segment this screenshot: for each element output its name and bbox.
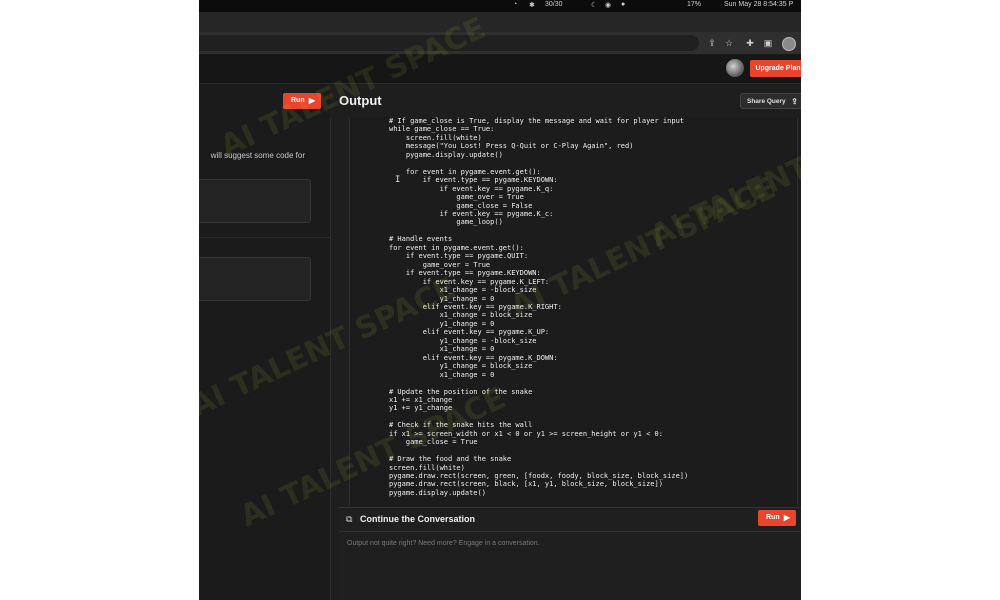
- query-run-button[interactable]: Run ▶: [283, 93, 321, 109]
- wifi-icon[interactable]: ◔: [513, 1, 517, 8]
- play-icon: ▶: [308, 96, 315, 105]
- bookmark-star-icon[interactable]: ☆: [723, 37, 735, 49]
- share-icon: ⇪: [791, 97, 798, 106]
- upgrade-plan-button[interactable]: Upgrade Plan: [750, 60, 801, 77]
- status-counter[interactable]: 30/30: [545, 1, 563, 8]
- sidebar-toggle-icon[interactable]: ▣: [762, 37, 774, 49]
- browser-profile-icon[interactable]: [782, 37, 796, 51]
- hint-text: will suggest some code for: [210, 151, 305, 160]
- chat-icon: ⧉: [346, 514, 353, 524]
- output-header: [330, 84, 801, 118]
- app-header: [199, 55, 801, 84]
- bluetooth-icon[interactable]: ✱: [529, 1, 535, 9]
- sound-icon[interactable]: ◉: [605, 1, 611, 9]
- share-query-button[interactable]: Share Query ⇪: [740, 93, 801, 109]
- query-panel: Run ▶ will suggest some code for: [199, 84, 331, 600]
- browser-tab-strip: [199, 12, 801, 32]
- share-query-label: Share Query: [747, 98, 786, 105]
- secondary-input[interactable]: [199, 257, 311, 301]
- url-field[interactable]: [199, 35, 699, 51]
- screen: ◔ ✱ 30/30 ☾ ◉ ● 17% Sun May 28 8:54:35 P…: [199, 0, 801, 600]
- conversation-input[interactable]: Output not quite right? Need more? Engag…: [347, 540, 540, 547]
- control-icon[interactable]: ●: [621, 1, 625, 8]
- battery-percent: 17%: [687, 1, 702, 8]
- conversation-title: Continue the Conversation: [360, 514, 476, 524]
- play-icon: ▶: [783, 513, 790, 522]
- conversation-run-button[interactable]: Run ▶: [758, 510, 796, 526]
- code-output: # If game_close is True, display the mes…: [389, 117, 689, 497]
- extensions-icon[interactable]: ✚: [744, 37, 756, 49]
- share-page-icon[interactable]: ⇪: [706, 37, 718, 49]
- divider: [339, 531, 801, 532]
- user-avatar[interactable]: [726, 59, 744, 77]
- moon-icon[interactable]: ☾: [591, 1, 597, 9]
- text-cursor-icon: I: [395, 175, 401, 185]
- mac-menu-bar: ◔ ✱ 30/30 ☾ ◉ ● 17% Sun May 28 8:54:35 P: [199, 0, 801, 12]
- run-label: Run: [766, 514, 780, 521]
- output-title: Output: [339, 93, 382, 108]
- browser-address-bar: ⇪ ☆ ✚ ▣: [199, 32, 801, 55]
- run-label: Run: [291, 97, 305, 104]
- divider: [199, 237, 330, 238]
- prompt-input[interactable]: [199, 179, 311, 223]
- clock[interactable]: Sun May 28 8:54:35 P: [724, 1, 793, 8]
